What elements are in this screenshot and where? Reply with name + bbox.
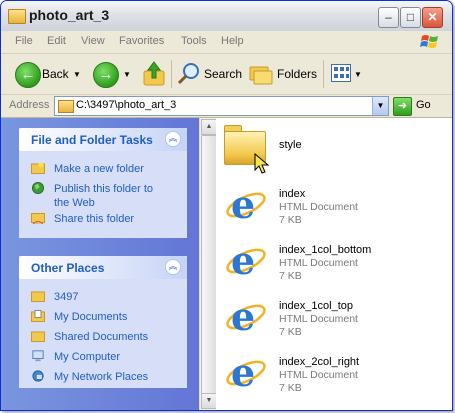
file-type: HTML Document — [279, 369, 358, 381]
toolbar: ← Back ▼ → ▼ Search Folders ▼ — [1, 54, 452, 95]
panel-header[interactable]: File and Folder Tasks ︽ — [19, 128, 187, 151]
file-name: index_1col_top — [279, 300, 354, 312]
place-label: My Documents — [54, 311, 128, 323]
file-size: 7 KB — [279, 270, 302, 282]
collapse-chevron-icon[interactable]: ︽ — [165, 131, 181, 147]
file-type: HTML Document — [279, 201, 358, 213]
scroll-thumb[interactable] — [201, 135, 217, 397]
task-label: Publish this folder to the Web — [54, 183, 154, 209]
file-list: style e index HTML Document 7 KB e index… — [216, 118, 452, 410]
svg-text:e: e — [231, 294, 255, 339]
address-value: C:\3497\photo_art_3 — [76, 99, 177, 111]
documents-folder-icon — [31, 310, 45, 322]
menu-favorites[interactable]: Favorites — [119, 35, 164, 47]
svg-text:e: e — [231, 238, 255, 283]
file-size: 7 KB — [279, 326, 302, 338]
folder-icon — [58, 100, 74, 113]
file-size: 7 KB — [279, 214, 302, 226]
menu-view[interactable]: View — [81, 35, 105, 47]
computer-icon — [32, 350, 44, 362]
file-name: index_1col_bottom — [279, 244, 372, 256]
globe-icon — [32, 182, 44, 194]
panel-title: File and Folder Tasks — [31, 133, 153, 147]
address-dropdown-icon[interactable]: ▼ — [372, 97, 388, 115]
task-label: Share this folder — [54, 213, 135, 225]
file-name: index_2col_right — [279, 356, 360, 368]
place-label: My Network Places — [54, 371, 149, 383]
scroll-down-icon[interactable]: ▼ — [201, 393, 217, 409]
maximize-button[interactable]: □ — [400, 7, 421, 28]
address-label: Address — [9, 99, 50, 111]
other-places-panel: Other Places ︽ 3497 My Documents Shared … — [19, 256, 187, 388]
close-button[interactable]: ✕ — [422, 7, 443, 28]
address-input[interactable]: C:\3497\photo_art_3 ▼ — [54, 96, 389, 116]
back-dropdown-icon[interactable]: ▼ — [73, 70, 81, 79]
network-icon — [32, 370, 44, 382]
minimize-button[interactable]: – — [378, 7, 399, 28]
search-button[interactable]: Search — [204, 67, 242, 81]
forward-button[interactable]: → — [93, 62, 119, 88]
folder-icon — [8, 9, 26, 24]
panel-header[interactable]: Other Places ︽ — [19, 256, 187, 279]
mouse-cursor-icon — [254, 153, 270, 174]
search-icon[interactable] — [177, 62, 201, 86]
file-item-html[interactable]: e index_1col_top HTML Document 7 KB — [222, 293, 442, 345]
collapse-chevron-icon[interactable]: ︽ — [165, 259, 181, 275]
task-pane: File and Folder Tasks ︽ Make a new folde… — [1, 118, 199, 410]
go-arrow-icon[interactable]: ➜ — [393, 97, 412, 116]
ie-html-document-icon: e — [226, 294, 266, 339]
back-arrow-icon[interactable]: ← — [15, 62, 41, 88]
place-label: Shared Documents — [54, 331, 149, 343]
views-dropdown-icon[interactable]: ▼ — [354, 70, 362, 79]
explorer-window: photo_art_3 – □ ✕ File Edit View Favorit… — [0, 0, 453, 411]
shared-folder-icon — [31, 331, 45, 342]
toolbar-separator — [171, 60, 172, 88]
ie-html-document-icon: e — [226, 182, 266, 227]
views-icon[interactable] — [331, 64, 351, 82]
menu-file[interactable]: File — [15, 35, 33, 47]
share-folder-icon — [31, 213, 45, 224]
file-name: index — [279, 188, 306, 200]
menu-edit[interactable]: Edit — [47, 35, 66, 47]
task-label: Make a new folder — [54, 163, 144, 175]
go-button[interactable]: Go — [416, 99, 431, 111]
windows-logo-icon — [420, 35, 438, 48]
file-type: HTML Document — [279, 257, 358, 269]
menu-tools[interactable]: Tools — [181, 35, 207, 47]
folders-button[interactable]: Folders — [277, 67, 317, 81]
ie-html-document-icon: e — [226, 238, 266, 283]
scroll-up-icon[interactable]: ▲ — [201, 119, 217, 135]
task-pane-scrollbar[interactable]: ▲ ▼ — [199, 118, 217, 410]
place-label: My Computer — [54, 351, 121, 363]
place-label: 3497 — [54, 291, 79, 303]
svg-text:e: e — [231, 350, 255, 395]
file-item-html[interactable]: e index_2col_right HTML Document 7 KB — [222, 349, 442, 401]
toolbar-separator — [323, 60, 324, 88]
new-folder-icon — [31, 162, 45, 174]
file-size: 7 KB — [279, 382, 302, 394]
panel-title: Other Places — [31, 261, 105, 275]
forward-dropdown-icon[interactable]: ▼ — [123, 70, 131, 79]
file-item-folder[interactable]: style — [222, 125, 442, 177]
menu-help[interactable]: Help — [221, 35, 244, 47]
svg-text:e: e — [231, 182, 255, 227]
title-bar[interactable]: photo_art_3 – □ ✕ — [1, 1, 452, 32]
file-item-html[interactable]: e index_1col_bottom HTML Document 7 KB — [222, 237, 442, 289]
file-name: style — [279, 139, 302, 151]
back-button[interactable]: Back — [42, 67, 69, 81]
ie-html-document-icon: e — [226, 350, 266, 395]
window-title: photo_art_3 — [29, 7, 110, 23]
file-folder-tasks-panel: File and Folder Tasks ︽ Make a new folde… — [19, 128, 187, 238]
file-type: HTML Document — [279, 313, 358, 325]
folder-icon — [31, 291, 45, 302]
folders-icon[interactable] — [249, 63, 273, 85]
address-bar: Address C:\3497\photo_art_3 ▼ ➜ Go — [1, 95, 452, 118]
up-folder-icon[interactable] — [143, 61, 165, 87]
file-item-html[interactable]: e index HTML Document 7 KB — [222, 181, 442, 233]
menu-bar: File Edit View Favorites Tools Help — [1, 31, 452, 54]
